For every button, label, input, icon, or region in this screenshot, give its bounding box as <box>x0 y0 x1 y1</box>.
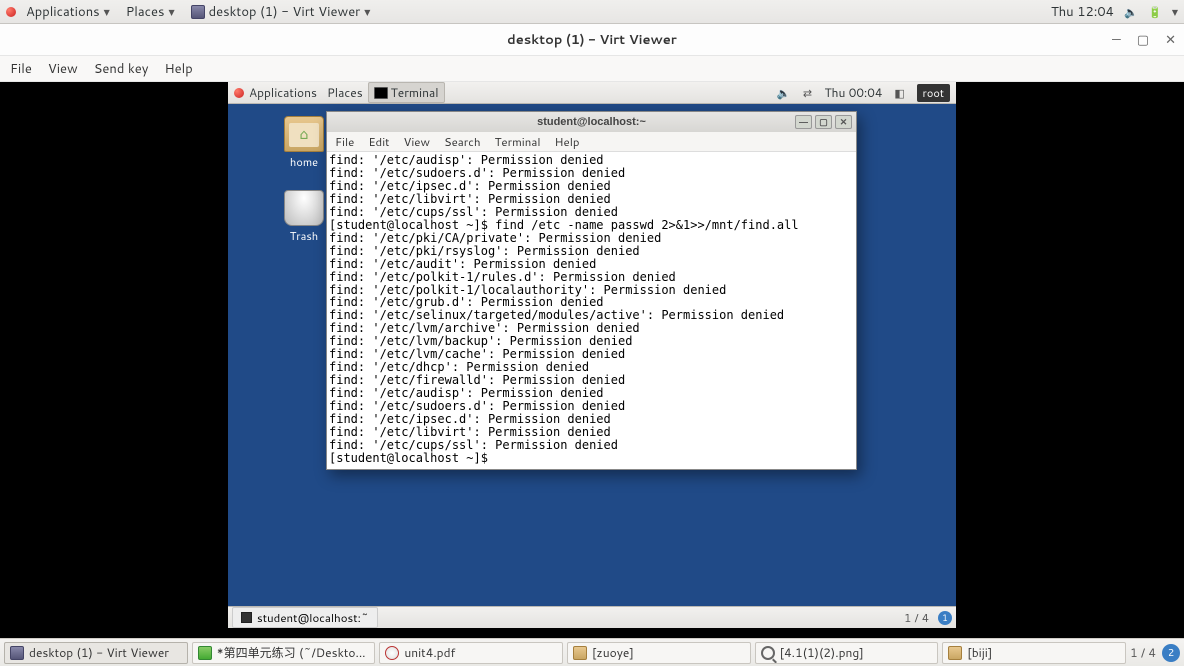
menu-help[interactable]: Help <box>164 60 192 78</box>
power-icon[interactable]: ◧ <box>893 86 907 100</box>
workspace-indicator-icon[interactable]: 2 <box>1162 644 1180 662</box>
terminal-title: student@localhost:~ <box>537 116 646 128</box>
taskbar-item-zuoye[interactable]: [zuoye] <box>567 642 751 664</box>
active-window-menu[interactable]: desktop (1) - Virt Viewer ▼ <box>185 1 377 23</box>
desktop-icon-home-label: home <box>274 154 334 170</box>
virt-viewer-titlebar: desktop (1) - Virt Viewer — ▢ ✕ <box>0 24 1184 56</box>
minimize-button[interactable]: — <box>1112 31 1121 49</box>
trash-icon <box>284 190 324 226</box>
terminal-menu-terminal[interactable]: Terminal <box>495 133 541 150</box>
guest-places-label: Places <box>327 84 363 101</box>
guest-clock[interactable]: Thu 00:04 <box>824 84 882 101</box>
guest-task-terminal[interactable]: Terminal <box>368 82 445 103</box>
distro-logo-icon <box>6 7 16 17</box>
terminal-maximize-button[interactable]: ▢ <box>815 115 832 129</box>
editor-icon <box>198 646 212 660</box>
taskbar-item-label: [4.1(1)(2).png] <box>780 644 864 661</box>
guest-top-panel: Applications Places Terminal 🔈 ⇄ Thu 00:… <box>228 82 956 104</box>
applications-label: Applications <box>26 3 100 21</box>
active-window-label: desktop (1) - Virt Viewer <box>209 3 361 21</box>
terminal-window[interactable]: student@localhost:~ — ▢ ✕ File Edit View… <box>326 111 857 470</box>
guest-user-label[interactable]: root <box>917 84 950 102</box>
terminal-menubar: File Edit View Search Terminal Help <box>327 132 856 152</box>
outer-pager[interactable]: 1 / 4 <box>1130 644 1156 661</box>
terminal-menu-search[interactable]: Search <box>444 133 481 150</box>
chevron-down-icon: ▼ <box>168 6 174 18</box>
terminal-menu-file[interactable]: File <box>335 133 354 150</box>
guest-bottom-task-terminal[interactable]: student@localhost:~ <box>232 607 378 628</box>
terminal-icon <box>241 612 252 623</box>
guest-places-menu[interactable]: Places <box>322 83 368 102</box>
image-viewer-icon <box>761 646 775 660</box>
menu-sendkey[interactable]: Send key <box>94 60 149 78</box>
taskbar-item-image[interactable]: [4.1(1)(2).png] <box>755 642 939 664</box>
taskbar-item-pdf[interactable]: unit4.pdf <box>379 642 563 664</box>
volume-icon[interactable]: 🔈 <box>1124 5 1138 19</box>
virt-viewer-title: desktop (1) - Virt Viewer <box>507 31 677 49</box>
terminal-menu-help[interactable]: Help <box>555 133 580 150</box>
terminal-output[interactable]: find: '/etc/audisp': Permission denied f… <box>327 152 856 469</box>
clock[interactable]: Thu 12:04 <box>1051 3 1114 21</box>
maximize-button[interactable]: ▢ <box>1137 31 1149 49</box>
virt-viewer-menubar: File View Send key Help <box>0 56 1184 82</box>
folder-icon <box>948 646 962 660</box>
terminal-icon <box>374 87 388 99</box>
home-folder-icon <box>284 116 324 152</box>
volume-icon[interactable]: 🔈 <box>776 86 790 100</box>
terminal-menu-view[interactable]: View <box>403 133 429 150</box>
terminal-titlebar[interactable]: student@localhost:~ — ▢ ✕ <box>327 112 856 132</box>
network-icon[interactable]: ⇄ <box>800 86 814 100</box>
desktop-icon-trash[interactable]: Trash <box>274 190 334 244</box>
desktop-icon-trash-label: Trash <box>274 228 334 244</box>
taskbar-item-biji[interactable]: [biji] <box>942 642 1126 664</box>
folder-icon <box>573 646 587 660</box>
battery-icon[interactable]: 🔋 <box>1148 5 1162 19</box>
terminal-close-button[interactable]: ✕ <box>835 115 852 129</box>
guest-applications-label: Applications <box>249 84 317 101</box>
taskbar-item-gedit[interactable]: *第四单元练习 (~/Deskto... <box>192 642 376 664</box>
guest-applications-menu[interactable]: Applications <box>244 83 322 102</box>
distro-logo-icon <box>234 88 244 98</box>
taskbar-item-label: unit4.pdf <box>404 644 455 661</box>
terminal-menu-edit[interactable]: Edit <box>368 133 389 150</box>
close-button[interactable]: ✕ <box>1165 31 1176 49</box>
guest-bottom-task-label: student@localhost:~ <box>257 609 369 626</box>
guest-desktop[interactable]: Applications Places Terminal 🔈 ⇄ Thu 00:… <box>228 82 956 628</box>
taskbar-item-label: *第四单元练习 (~/Deskto... <box>217 644 366 661</box>
taskbar-item-label: desktop (1) - Virt Viewer <box>29 644 169 661</box>
workspace-indicator-icon[interactable]: 1 <box>938 611 952 625</box>
menu-file[interactable]: File <box>10 60 32 78</box>
monitor-icon <box>191 5 205 19</box>
places-label: Places <box>126 3 165 21</box>
taskbar-item-virtviewer[interactable]: desktop (1) - Virt Viewer <box>4 642 188 664</box>
chevron-down-icon: ▼ <box>364 6 370 18</box>
places-menu[interactable]: Places ▼ <box>120 1 181 23</box>
guest-bottom-panel: student@localhost:~ 1 / 4 1 <box>228 606 956 628</box>
applications-menu[interactable]: Applications ▼ <box>20 1 116 23</box>
taskbar-item-label: [biji] <box>967 644 992 661</box>
pdf-icon <box>385 646 399 660</box>
guest-task-terminal-label: Terminal <box>391 84 439 101</box>
virt-display-area: Applications Places Terminal 🔈 ⇄ Thu 00:… <box>0 82 1184 638</box>
guest-pager[interactable]: 1 / 4 <box>904 609 929 626</box>
outer-bottom-panel: desktop (1) - Virt Viewer *第四单元练习 (~/Des… <box>0 638 1184 666</box>
taskbar-item-label: [zuoye] <box>592 644 634 661</box>
outer-top-panel: Applications ▼ Places ▼ desktop (1) - Vi… <box>0 0 1184 24</box>
chevron-down-icon[interactable]: ▼ <box>1172 6 1178 18</box>
menu-view[interactable]: View <box>48 60 78 78</box>
chevron-down-icon: ▼ <box>104 6 110 18</box>
monitor-icon <box>10 646 24 660</box>
desktop-icon-home[interactable]: home <box>274 116 334 170</box>
terminal-minimize-button[interactable]: — <box>795 115 812 129</box>
